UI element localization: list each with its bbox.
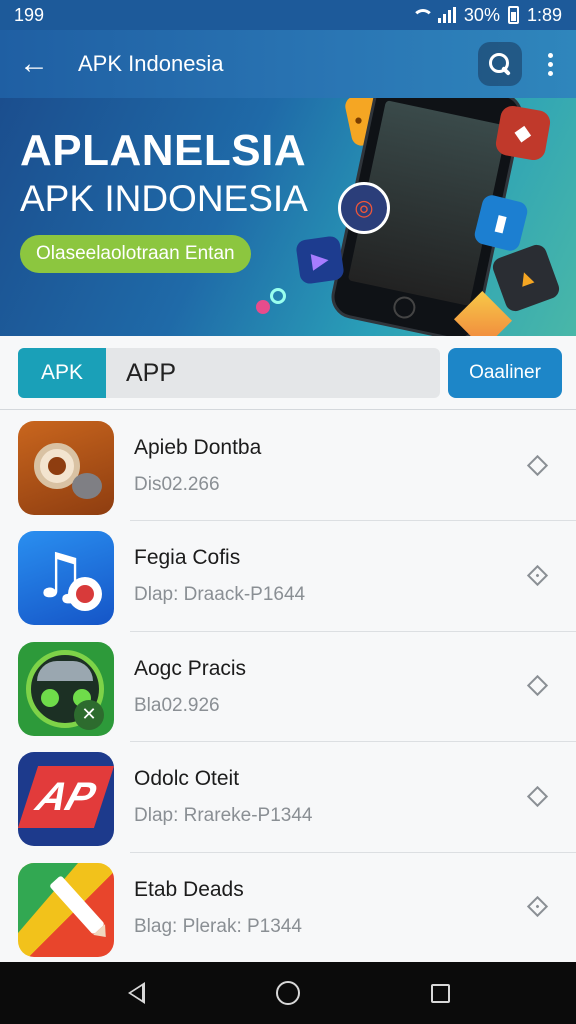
app-icon-ap-logo-icon: AP	[18, 752, 114, 847]
list-item[interactable]: AP Odolc Oteit Dlap: Rrareke-P1344	[0, 741, 576, 851]
more-vert-icon	[547, 52, 553, 58]
app-list: Apieb Dontba Dis02.266 ♫ Fegia Cofis Dla…	[0, 410, 576, 962]
app-meta: Bla02.926	[134, 694, 220, 716]
page-title: APK Indonesia	[78, 51, 224, 76]
status-bar: 199 30% 1:89	[0, 0, 576, 30]
search-icon	[489, 53, 511, 75]
download-diamond-icon[interactable]	[526, 564, 548, 586]
app-name: Odolc Oteit	[134, 767, 240, 791]
status-icons: 30% 1:89	[410, 5, 562, 26]
list-item[interactable]: ♫ Fegia Cofis Dlap: Draack-P1644	[0, 520, 576, 630]
shield-icon: ◆	[494, 104, 552, 162]
app-name: Aogc Pracis	[134, 656, 247, 680]
wifi-icon	[410, 7, 434, 23]
ring-icon	[270, 288, 286, 304]
banner-title: APLANELSIA	[20, 126, 307, 175]
search-action-button[interactable]: Oaaliner	[448, 348, 562, 398]
battery-icon	[507, 6, 519, 24]
app-meta: Dlap: Draack-P1644	[134, 584, 306, 606]
status-left-text: 199	[14, 4, 45, 25]
app-name: Fegia Cofis	[134, 546, 241, 570]
status-time: 1:89	[526, 4, 562, 25]
arrow-left-icon: ←	[19, 47, 49, 80]
battery-percent: 30%	[463, 4, 500, 25]
download-diamond-icon[interactable]	[526, 785, 548, 807]
search-button[interactable]	[478, 42, 522, 86]
download-diamond-icon[interactable]	[526, 895, 548, 918]
nav-home-button[interactable]	[268, 973, 308, 1013]
search-field[interactable]: APK	[18, 348, 440, 398]
promo-banner[interactable]: • ‿ • ◆ ◎ ▮ ▶ ▲ APLANELSIA APK INDONESIA…	[0, 98, 576, 336]
app-bar: ← APK Indonesia	[0, 30, 576, 98]
list-item[interactable]: ✕ Aogc Pracis Bla02.926	[0, 630, 576, 741]
circle-home-icon	[276, 981, 300, 1005]
nav-recents-button[interactable]	[420, 973, 460, 1013]
dot-icon	[256, 300, 270, 314]
square-recents-icon	[430, 983, 450, 1003]
back-button[interactable]: ←	[16, 46, 52, 82]
app-meta: Dlap: Rrareke-P1344	[134, 805, 313, 827]
app-icon-magnifier-icon	[18, 421, 114, 515]
banner-subtitle: APK INDONESIA	[20, 178, 308, 219]
letter-a-icon: ▲	[490, 242, 562, 314]
system-nav-bar	[0, 962, 576, 1024]
orbit-app-icon: ◎	[338, 182, 390, 234]
app-meta: Dis02.266	[134, 474, 220, 495]
search-input[interactable]	[126, 358, 406, 388]
app-meta: Blag: Plerak: P1344	[134, 915, 302, 937]
download-diamond-icon[interactable]	[526, 454, 548, 476]
app-name: Apieb Dontba	[134, 436, 262, 459]
overflow-menu-button[interactable]	[540, 46, 560, 82]
app-name: Etab Deads	[134, 877, 244, 901]
nav-back-button[interactable]	[116, 973, 156, 1013]
signal-icon	[437, 7, 456, 23]
app-icon-music-icon: ♫	[18, 531, 114, 626]
download-diamond-icon[interactable]	[526, 675, 548, 697]
app-icon-pencil-icon	[18, 862, 114, 957]
search-row: APK Oaaliner	[0, 336, 576, 410]
app-icon-robot-face-icon: ✕	[18, 641, 114, 736]
search-category-tag[interactable]: APK	[18, 348, 106, 398]
banner-cta-pill[interactable]: Olaseelaolotraan Entan	[20, 235, 251, 273]
play-icon: ▶	[295, 235, 345, 285]
list-item[interactable]: Etab Deads Blag: Plerak: P1344	[0, 851, 576, 962]
triangle-back-icon	[127, 982, 145, 1004]
list-item[interactable]: Apieb Dontba Dis02.266	[0, 410, 576, 520]
